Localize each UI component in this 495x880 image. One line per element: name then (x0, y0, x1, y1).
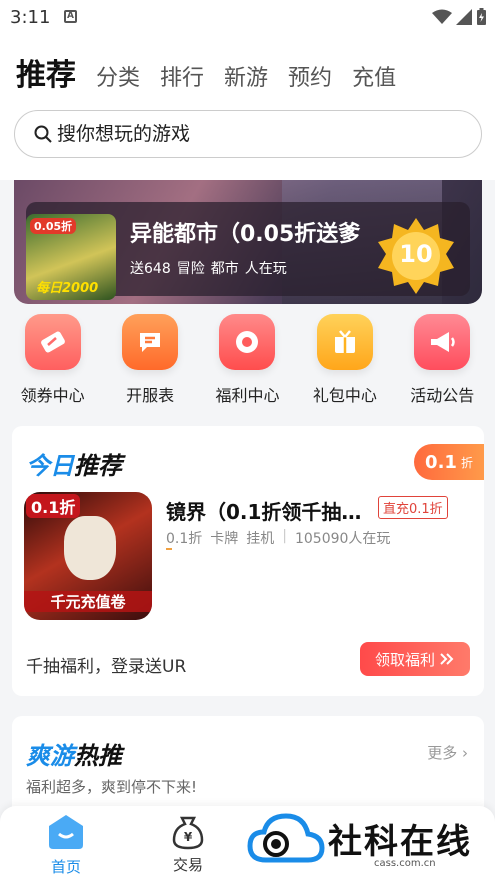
nav-home-label: 首页 (50, 858, 81, 876)
tab-category[interactable]: 分类 (96, 60, 140, 92)
quick-welfare-label: 福利中心 (215, 386, 280, 405)
section-title-hot: 爽游热推 (26, 742, 122, 770)
accent-mark (166, 548, 172, 550)
banner-meta-theme: 都市 (210, 261, 239, 277)
double-chevron-right-icon (440, 653, 454, 665)
status-time: 3:11 (10, 7, 51, 28)
quick-coupon-center[interactable]: 领券中心 (8, 314, 98, 414)
category-tabs: 推荐 分类 排行 新游 预约 充值 (16, 50, 396, 94)
tab-new-games[interactable]: 新游 (224, 60, 268, 92)
meta-style: 挂机 (246, 531, 275, 547)
meta-discount: 0.1折 (166, 531, 203, 547)
tab-ranking[interactable]: 排行 (160, 60, 204, 92)
meta-type: 卡牌 (210, 531, 239, 547)
banner-meta-players: 人在玩 (244, 261, 287, 277)
search-icon (34, 125, 52, 143)
chevron-right-icon: › (462, 744, 468, 762)
watermark-text: 社科在线 (328, 822, 472, 862)
search-input[interactable] (57, 123, 437, 145)
banner-meta-gift: 送648 (130, 261, 171, 277)
quick-coupon-label: 领券中心 (20, 386, 85, 405)
system-icons (432, 8, 487, 26)
meta-players: 105090人在玩 (294, 531, 391, 547)
discount-badge: 0.1 折 (414, 444, 484, 480)
cover-caption: 千元充值卷 (24, 591, 152, 612)
quick-welfare-center[interactable]: 福利中心 (202, 314, 292, 414)
quick-menu: 领券中心 开服表 福利中心 礼包中心 活动公告 (0, 314, 495, 414)
wifi-icon (432, 9, 452, 24)
game-cover-image[interactable]: 0.1折 千元充值卷 (24, 492, 152, 620)
banner-thumb-discount: 0.05折 (30, 218, 77, 234)
server-list-icon (122, 314, 179, 370)
notification-icon: A (64, 10, 77, 23)
watermark-logo: 社科在线 cass.com.cn (246, 808, 486, 874)
nav-trade[interactable]: ¥ 交易 (158, 814, 218, 875)
svg-text:¥: ¥ (184, 830, 193, 844)
section-title-today: 今日推荐 (26, 452, 122, 480)
search-bar[interactable] (14, 110, 482, 158)
quick-server-label: 开服表 (126, 386, 175, 405)
promo-text: 千抽福利，登录送UR (26, 657, 187, 677)
tab-reservation[interactable]: 预约 (288, 60, 332, 92)
quick-gift-center[interactable]: 礼包中心 (300, 314, 390, 414)
cover-discount: 0.1折 (26, 494, 81, 518)
game-name[interactable]: 镜界（0.1折领千抽… (166, 496, 372, 525)
today-recommend-card: 今日推荐 0.1 折 0.1折 千元充值卷 镜界（0.1折领千抽… 直充0.1折 … (12, 426, 484, 696)
welfare-icon (219, 314, 276, 370)
meta-separator: | (282, 528, 287, 544)
game-meta: 0.1折 卡牌 挂机 | 105090人在玩 (166, 528, 390, 548)
megaphone-icon (414, 314, 471, 370)
medal-number: 10 (399, 240, 433, 268)
banner-meta-genre: 冒险 (176, 261, 205, 277)
quick-gift-label: 礼包中心 (312, 386, 377, 405)
quick-announcements-label: 活动公告 (410, 386, 475, 405)
tab-recommend[interactable]: 推荐 (16, 50, 76, 94)
status-bar: 3:11 A (0, 0, 495, 34)
home-icon (49, 815, 83, 849)
banner-title: 异能都市（0.05折送爹 (130, 222, 361, 247)
header: 推荐 分类 排行 新游 预约 充值 (0, 34, 495, 180)
watermark-url: cass.com.cn (374, 858, 436, 869)
claim-welfare-button[interactable]: 领取福利 (360, 642, 470, 676)
rank-medal-icon: 10 (376, 216, 456, 296)
hot-games-subtitle: 福利超多，爽到停不下来! (26, 778, 198, 796)
tab-recharge[interactable]: 充值 (352, 60, 396, 92)
nav-trade-label: 交易 (172, 856, 203, 874)
money-bag-icon: ¥ (172, 816, 204, 850)
banner-thumb-caption: 每日2000 (36, 281, 99, 296)
quick-server-list[interactable]: 开服表 (105, 314, 195, 414)
cloud-eye-icon (247, 813, 325, 863)
gift-icon (316, 314, 373, 370)
game-character-art (64, 516, 116, 580)
battery-icon (477, 8, 486, 25)
nav-home[interactable]: 首页 (36, 812, 96, 877)
more-link[interactable]: 更多 › (427, 742, 468, 763)
ticket-icon (24, 314, 81, 370)
signal-icon (456, 9, 472, 25)
banner-game-thumbnail: 0.05折 每日2000 (26, 214, 116, 300)
banner-meta: 送648 冒险 都市 人在玩 (130, 258, 287, 278)
quick-announcements[interactable]: 活动公告 (397, 314, 487, 414)
recharge-tag: 直充0.1折 (378, 496, 448, 519)
